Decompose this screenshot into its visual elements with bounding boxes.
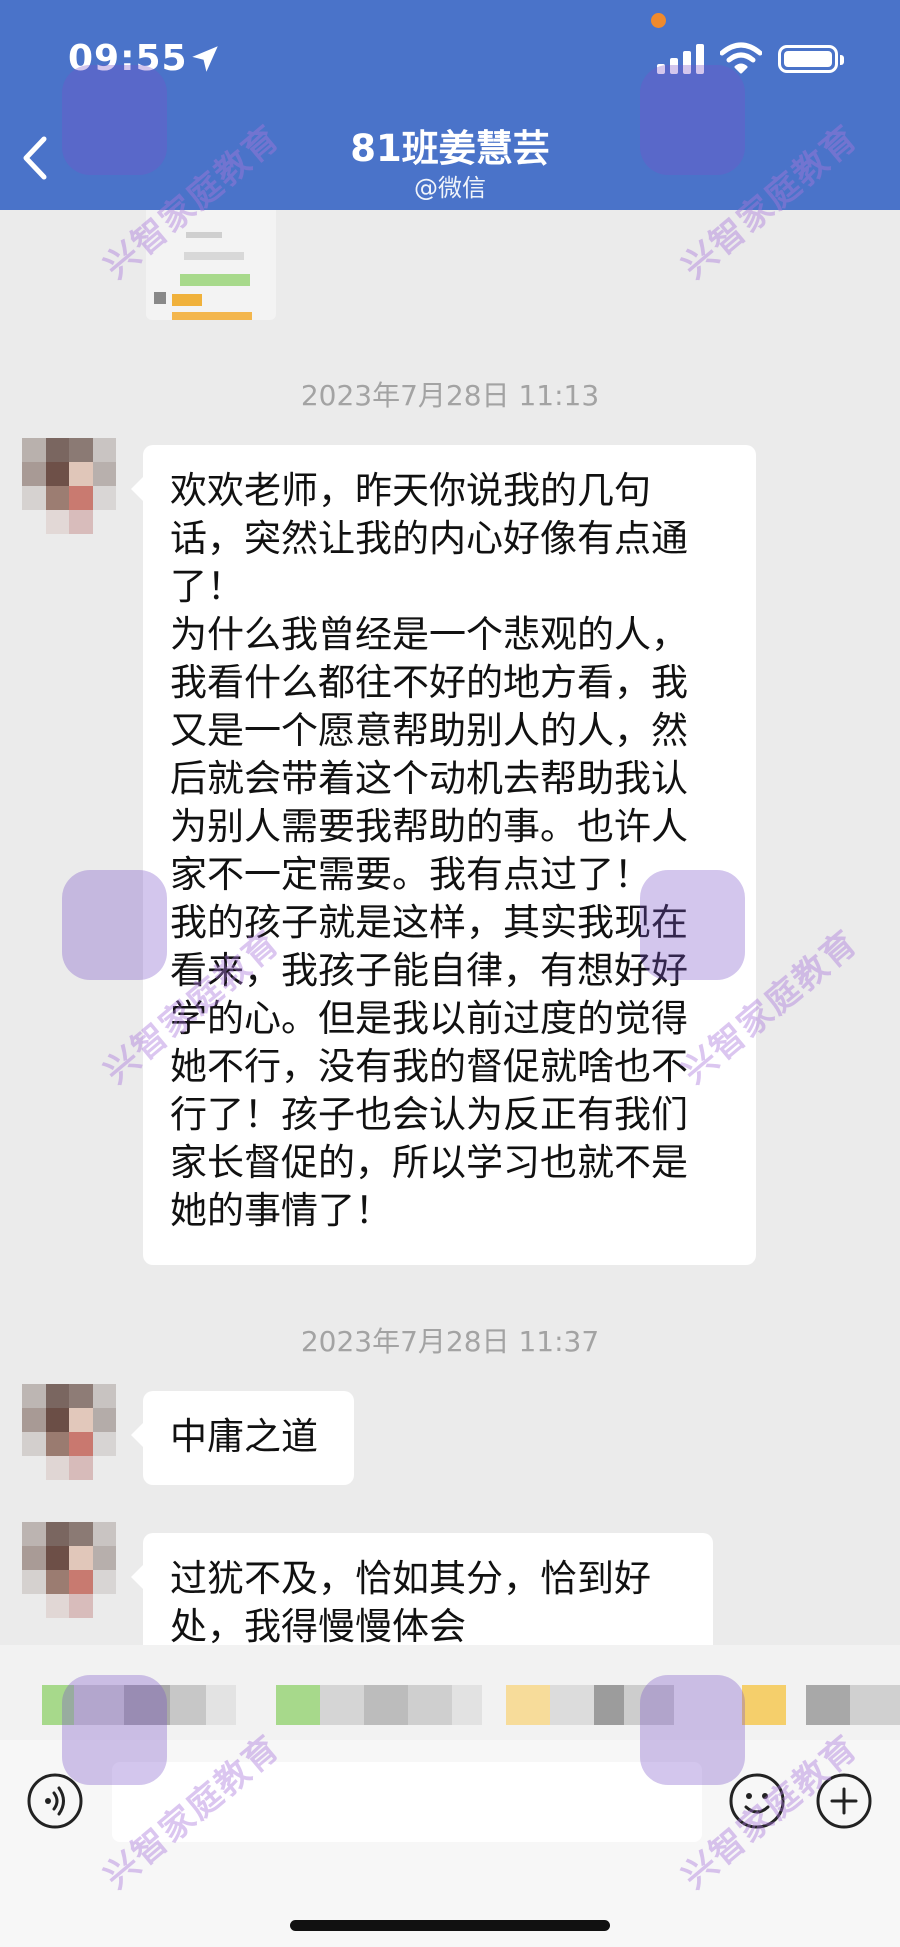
- status-time: 09:55: [68, 38, 188, 79]
- message-bubble[interactable]: 欢欢老师，昨天你说我的几句 话，突然让我的内心好像有点通 了！ 为什么我曾经是一…: [131, 445, 756, 1265]
- battery-icon: [778, 45, 844, 73]
- wifi-icon: [720, 42, 762, 74]
- chat-header: 09:55 81班姜慧芸 @微信: [0, 0, 900, 210]
- home-indicator: [290, 1920, 610, 1931]
- input-bar: [0, 1740, 900, 1947]
- timestamp: 2023年7月28日 11:37: [300, 1325, 600, 1358]
- message-input[interactable]: [112, 1762, 702, 1842]
- avatar[interactable]: [22, 1522, 116, 1618]
- image-message-thumbnail[interactable]: [146, 210, 276, 320]
- location-arrow-icon: [192, 46, 218, 72]
- cellular-signal-icon: [657, 44, 704, 74]
- avatar[interactable]: [22, 1384, 116, 1480]
- chat-title: 81班姜慧芸: [350, 127, 550, 170]
- voice-input-icon[interactable]: [26, 1772, 84, 1830]
- chat-subtitle: @微信: [414, 174, 486, 202]
- avatar[interactable]: [22, 438, 116, 534]
- timestamp: 2023年7月28日 11:13: [300, 379, 600, 412]
- message-bubble[interactable]: 中庸之道: [131, 1391, 354, 1485]
- privacy-indicator: [651, 13, 666, 28]
- emoji-icon[interactable]: [728, 1772, 786, 1830]
- plus-icon[interactable]: [815, 1772, 873, 1830]
